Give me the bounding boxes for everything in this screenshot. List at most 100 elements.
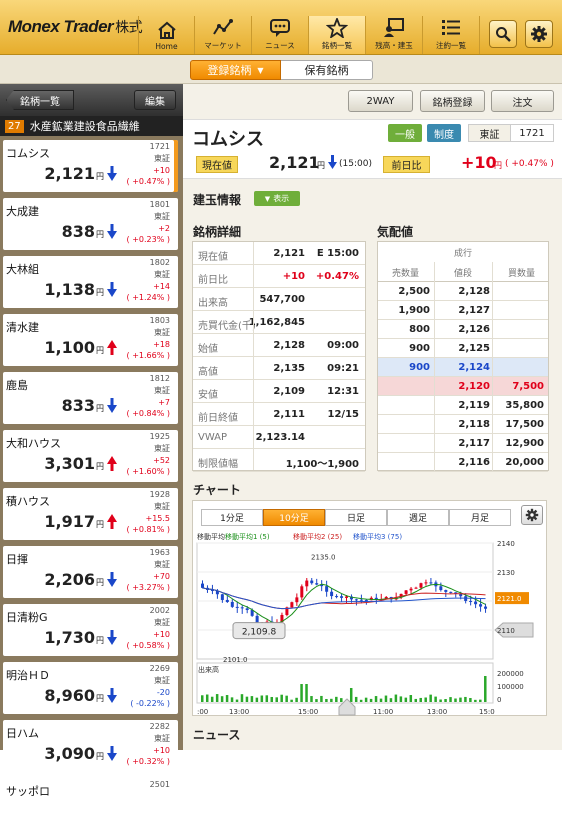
timeframe-tab[interactable]: 10分足 — [263, 509, 325, 526]
down-arrow-icon — [328, 155, 337, 169]
stock-name: 清水建 — [6, 321, 39, 334]
volume-bar — [349, 688, 353, 702]
price-yen: 円 — [96, 230, 104, 239]
legend-item: 移動平均1 (5) — [225, 532, 270, 541]
detail-row: 高値 2,135 09:21 — [193, 357, 365, 380]
volume-bar — [389, 698, 393, 702]
stock-list-item[interactable]: サッポロ 2501 — [3, 778, 178, 830]
detail-row: VWAP 2,123.14 — [193, 426, 365, 449]
register-stock-button[interactable]: 銘柄登録 — [420, 90, 485, 112]
stock-list-item[interactable]: 積ハウス 1928 東証 1,917 円 +15.5 ( +0.81% ) — [3, 488, 178, 540]
gear-icon — [531, 26, 547, 42]
candle — [409, 588, 413, 591]
stock-change: +15.5 — [145, 514, 170, 523]
stock-list-item[interactable]: コムシス 1721 東証 2,121 円 +10 ( +0.47% ) — [3, 140, 178, 192]
stock-list-item[interactable]: 鹿島 1812 東証 833 円 +7 ( +0.84% ) — [3, 372, 178, 424]
dropdown-triangle-icon: ▼ — [257, 65, 264, 75]
stock-exchange: 東証 — [154, 560, 170, 569]
board-price: 2,126 — [458, 324, 490, 335]
candle — [479, 604, 483, 607]
gear-icon — [525, 508, 539, 522]
nav-news[interactable]: ニュース — [251, 16, 308, 54]
detail-extra: 12:31 — [327, 386, 359, 397]
detail-row: 前日比 +10 +0.47% — [193, 265, 365, 288]
stock-price: 3,090 — [44, 744, 95, 763]
stock-change-pct: ( +1.66% ) — [126, 351, 170, 360]
stock-price: 8,960 — [44, 686, 95, 705]
candlestick-chart[interactable]: 移動平均 移動平均1 (5) 移動平均2 (25) 移動平均3 (75) 2140 213… — [193, 529, 548, 717]
search-icon — [496, 27, 511, 42]
nav-orders[interactable]: 注約一覧 — [422, 16, 480, 54]
detail-row: 安値 2,109 12:31 — [193, 380, 365, 403]
volume-bar — [394, 694, 398, 702]
stock-change-pct: ( +0.23% ) — [126, 235, 170, 244]
candle — [424, 582, 428, 584]
board-price: 2,125 — [458, 343, 490, 354]
stock-name: 大林組 — [6, 263, 39, 276]
margin-toggle-button[interactable]: ▼ 表示 — [254, 191, 300, 206]
stock-code: 2282 — [149, 722, 170, 731]
stock-name: 積ハウス — [6, 495, 50, 508]
candle — [325, 586, 329, 592]
nav-market[interactable]: マーケット — [194, 16, 251, 54]
candle — [444, 590, 448, 592]
nav-home[interactable]: Home — [138, 16, 194, 54]
volume-bar — [409, 695, 413, 702]
timeframe-tab[interactable]: 月足 — [449, 509, 511, 526]
search-button[interactable] — [489, 20, 517, 48]
stock-change-pct: ( +0.47% ) — [126, 177, 170, 186]
stock-change: +10 — [153, 166, 170, 175]
news-title: ニュース — [193, 728, 241, 742]
detail-extra: 09:21 — [327, 363, 359, 374]
detail-label: 現在値 — [198, 252, 228, 263]
nav-portfolio[interactable]: 残高・建玉 — [365, 16, 422, 54]
volume-bar — [270, 696, 274, 702]
stock-list-item[interactable]: 日ハム 2282 東証 3,090 円 +10 ( +0.32% ) — [3, 720, 178, 772]
volume-bar — [310, 696, 313, 702]
volume-bar — [325, 698, 328, 702]
volume-bar — [285, 695, 288, 702]
stock-list-item[interactable]: 日揮 1963 東証 2,206 円 +70 ( +3.27% ) — [3, 546, 178, 598]
nav-watchlist[interactable]: 銘柄一覧 — [308, 16, 365, 54]
down-arrow-icon — [107, 398, 117, 413]
order-button[interactable]: 注文 — [491, 90, 554, 112]
settings-button[interactable] — [525, 20, 553, 48]
detail-row: 制限値幅 1,100～1,900 — [193, 449, 365, 472]
stock-change: +7 — [158, 398, 170, 407]
price-yen: 円 — [96, 172, 104, 181]
detail-label: 前日比 — [198, 275, 228, 286]
timeframe-tab[interactable]: 日足 — [325, 509, 387, 526]
back-button[interactable]: 銘柄一覧 — [6, 90, 74, 110]
timeframe-tab[interactable]: 週足 — [387, 509, 449, 526]
stock-list-item[interactable]: 大林組 1802 東証 1,138 円 +14 ( +1.24% ) — [3, 256, 178, 308]
buy-qty-header: 買数量 — [508, 269, 536, 279]
exchange-code: 東証 1721 — [468, 124, 554, 142]
stock-list-item[interactable]: 明治ＨＤ 2269 東証 8,960 円 -20 ( -0.22% ) — [3, 662, 178, 714]
stock-list-item[interactable]: 清水建 1803 東証 1,100 円 +18 ( +1.66% ) — [3, 314, 178, 366]
stock-code: 1963 — [149, 548, 170, 557]
detail-divider — [253, 242, 254, 470]
stock-change: +52 — [153, 456, 170, 465]
stock-name: サッポロ — [6, 785, 50, 798]
chart-settings-button[interactable] — [521, 505, 543, 525]
volume-bar — [205, 694, 209, 702]
two-way-button[interactable]: 2WAY — [348, 90, 413, 112]
edit-button[interactable]: 編集 — [134, 90, 176, 110]
timeframe-tab[interactable]: 1分足 — [201, 509, 263, 526]
candle — [290, 602, 294, 608]
board-title: 気配値 — [377, 225, 414, 239]
detail-label: 売買代金(千) — [198, 321, 256, 332]
time-axis-label: 15:0 — [479, 708, 495, 716]
price-yen: 円 — [96, 288, 104, 297]
candle — [310, 580, 314, 584]
registered-stocks-tab[interactable]: 登録銘柄 ▼ — [190, 60, 281, 80]
held-stocks-tab[interactable]: 保有銘柄 — [281, 60, 373, 80]
detail-value: 2,121 — [273, 248, 305, 259]
stock-change: +2 — [158, 224, 170, 233]
stock-list-item[interactable]: 大和ハウス 1925 東証 3,301 円 +52 ( +1.60% ) — [3, 430, 178, 482]
board-price: 2,116 — [458, 457, 490, 468]
stock-list-item[interactable]: 日清粉G 2002 東証 1,730 円 +10 ( +0.58% ) — [3, 604, 178, 656]
detail-value: 2,109 — [273, 386, 305, 397]
sell-qty-header: 売数量 — [392, 269, 420, 279]
stock-list-item[interactable]: 大成建 1801 東証 838 円 +2 ( +0.23% ) — [3, 198, 178, 250]
